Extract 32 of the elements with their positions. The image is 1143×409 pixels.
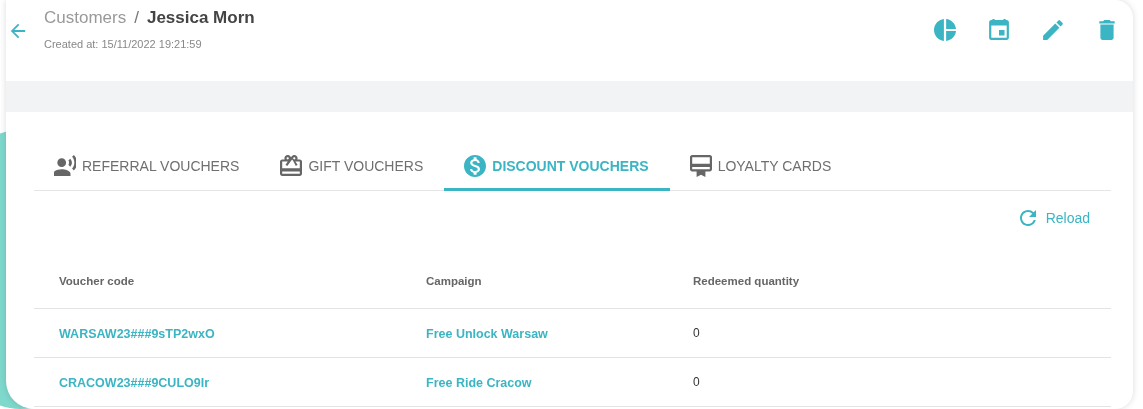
breadcrumb-separator: / (134, 8, 139, 28)
campaign-link[interactable]: Free Unlock Warsaw (426, 327, 548, 341)
reload-button[interactable]: Reload (1011, 207, 1096, 229)
table-cell-text: 0 (692, 375, 700, 389)
speaking-person-icon (54, 155, 76, 177)
campaign-link[interactable]: Free Ride Cracow (426, 376, 532, 390)
calendar-button[interactable] (987, 18, 1011, 42)
tab[interactable]: DISCOUNT VOUCHERS (444, 144, 670, 191)
back-arrow-icon (9, 22, 27, 40)
table-cell-text: 0 (692, 326, 700, 340)
edit-button[interactable] (1041, 18, 1065, 42)
voucher-code-link[interactable]: CRACOW23###9CULO9Ir (59, 376, 210, 390)
calendar-icon (988, 19, 1010, 41)
column-header: Redeemed quantity (692, 274, 801, 287)
gift-card-icon (280, 155, 303, 177)
column-header: Voucher code (58, 274, 136, 287)
breadcrumb-link[interactable]: Customers (44, 8, 127, 28)
trash-icon (1096, 19, 1118, 41)
refresh-icon (1017, 208, 1038, 228)
back-button[interactable] (9, 22, 27, 40)
voucher-code-link[interactable]: WARSAW23###9sTP2wxO (59, 327, 215, 341)
membership-card-icon (689, 155, 712, 177)
created-date: Created at: 15/11/2022 19:21:59 (44, 38, 203, 50)
chart-button[interactable] (933, 18, 957, 42)
pie-chart-icon (934, 19, 956, 41)
tab[interactable]: LOYALTY CARDS (669, 144, 853, 191)
tab[interactable]: REFERRAL VOUCHERS (34, 144, 261, 191)
page-title: Jessica Morn (146, 8, 255, 28)
column-header: Campaign (425, 274, 483, 287)
dollar-icon (464, 155, 487, 177)
pencil-icon (1042, 19, 1064, 41)
tab[interactable]: GIFT VOUCHERS (260, 144, 445, 191)
